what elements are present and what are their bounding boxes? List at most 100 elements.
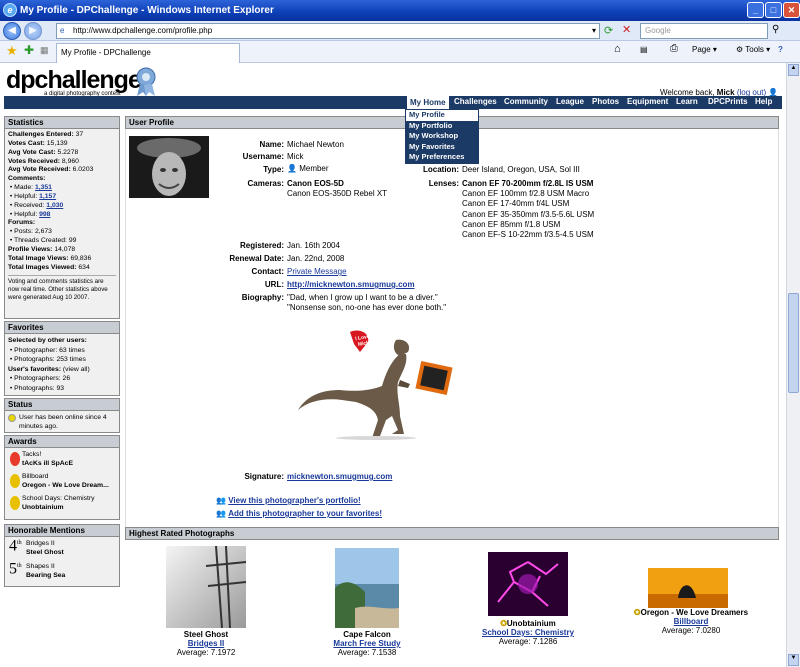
place-number: 4th — [9, 538, 22, 554]
photo-average: Average: 7.0280 — [661, 626, 721, 635]
tab-toolbar: ★ ✚ ▦ My Profile - DPChallenge ⌂ ▤ ⎙ Pag… — [0, 41, 800, 63]
lens-item: Canon EF 85mm f/1.8 USM — [462, 219, 561, 229]
add-favorites-icon[interactable]: ✚ — [24, 43, 34, 57]
scrollbar-thumb[interactable] — [788, 293, 799, 393]
place-suffix: th — [17, 563, 22, 569]
minimize-button[interactable]: _ — [747, 2, 764, 18]
home-icon[interactable]: ⌂ — [614, 43, 621, 55]
ribbon-logo-icon — [136, 67, 156, 96]
add-favorites-row[interactable]: 👥 Add this photographer to your favorite… — [216, 509, 382, 518]
ribbon-red-icon — [10, 452, 20, 466]
online-status-icon — [8, 414, 16, 422]
award-item[interactable]: School Days: Chemistry Unobtainium — [8, 494, 116, 516]
lenses-label: Lenses: — [428, 179, 459, 188]
image-views-label: Total Image Views: — [8, 254, 69, 262]
images-viewed-label: Total Images Viewed: — [8, 263, 77, 271]
page-menu-button[interactable]: Page ▾ — [692, 45, 717, 54]
photo-title: Oregon - We Love Dreamers — [640, 608, 749, 617]
member-icon: 👤 — [287, 164, 297, 173]
help-icon[interactable]: ? — [778, 45, 783, 54]
view-all-link[interactable]: (view all) — [63, 366, 90, 373]
tab-title: My Profile - DPChallenge — [61, 48, 151, 57]
menu-my-preferences[interactable]: My Preferences — [406, 152, 478, 163]
close-button[interactable]: ✕ — [783, 2, 800, 18]
renewal-label: Renewal Date: — [229, 254, 284, 263]
award-type: School Days: Chemistry — [22, 495, 95, 502]
menu-my-portfolio[interactable]: My Portfolio — [406, 121, 478, 132]
hm-name: Steel Ghost — [26, 549, 64, 556]
scroll-up-arrow-icon[interactable]: ▲ — [788, 64, 799, 76]
signature-link[interactable]: micknewton.smugmug.com — [287, 472, 392, 481]
award-item[interactable]: Billboard Oregon - We Love Dream... — [8, 472, 116, 494]
dropdown-arrow-icon[interactable]: ▾ — [592, 24, 596, 38]
honorable-item[interactable]: 5th Shapes II Bearing Sea — [8, 561, 116, 585]
photo-caption: Cape Falcon March Free Study Average: 7.… — [312, 630, 422, 657]
menu-my-favorites[interactable]: My Favorites — [406, 142, 478, 153]
nav-equipment[interactable]: Equipment — [627, 97, 668, 106]
statistics-header: Statistics — [5, 117, 119, 129]
photo-challenge-link[interactable]: School Days: Chemistry — [482, 628, 574, 637]
photo-challenge-link[interactable]: Bridges II — [188, 639, 224, 648]
helpful-given-link[interactable]: 1,157 — [39, 193, 56, 200]
hm-challenge: Shapes II — [26, 563, 55, 570]
renewal-value: Jan. 22nd, 2008 — [287, 254, 345, 263]
photo-challenge-link[interactable]: March Free Study — [333, 639, 400, 648]
nav-league[interactable]: League — [556, 97, 584, 106]
private-message-link[interactable]: Private Message — [287, 267, 347, 276]
nav-challenges[interactable]: Challenges — [454, 97, 497, 106]
scroll-down-arrow-icon[interactable]: ▼ — [788, 654, 799, 666]
photo-unobtainium[interactable] — [488, 552, 568, 616]
hm-name: Bearing Sea — [26, 572, 66, 579]
stop-icon[interactable]: ✕ — [622, 23, 631, 36]
forward-button[interactable]: ▶ — [24, 22, 42, 40]
nav-photos[interactable]: Photos — [592, 97, 619, 106]
search-icon[interactable]: ⚲ — [772, 24, 779, 35]
votes-received-label: Votes Received: — [8, 157, 61, 165]
print-icon[interactable]: ⎙ — [670, 43, 678, 54]
user-fav-photographs: Photographs: 93 — [14, 384, 65, 392]
award-item[interactable]: Tacks! tAcKs ill SpAcE — [8, 450, 116, 472]
nav-learn[interactable]: Learn — [676, 97, 698, 106]
view-portfolio-link[interactable]: View this photographer's portfolio! — [228, 496, 360, 505]
address-bar[interactable]: e http://www.dpchallenge.com/profile.php… — [56, 23, 600, 39]
photo-oregon-dreamers[interactable] — [648, 568, 728, 608]
honorable-item[interactable]: 4th Bridges II Steel Ghost — [8, 538, 116, 562]
favorites-star-icon[interactable]: ★ — [6, 43, 18, 59]
maximize-button[interactable]: □ — [765, 2, 782, 18]
search-input[interactable]: Google — [640, 23, 768, 39]
honorable-header: Honorable Mentions — [5, 525, 119, 537]
page-content: dpchallenge a digital photography contes… — [0, 63, 786, 667]
tools-menu-button[interactable]: ⚙ Tools ▾ — [736, 45, 770, 54]
bio-line-2: "Nonsense son, no-one has ever done both… — [287, 303, 447, 312]
photo-steel-ghost[interactable] — [166, 546, 246, 628]
received-link[interactable]: 1,030 — [46, 202, 63, 209]
photo-cape-falcon[interactable] — [335, 548, 399, 628]
back-button[interactable]: ◀ — [3, 22, 21, 40]
add-favorites-link[interactable]: Add this photographer to your favorites! — [228, 509, 382, 518]
lens-item: Canon EF 100mm f/2.8 USM Macro — [462, 189, 590, 199]
menu-my-profile[interactable]: My Profile — [406, 110, 478, 121]
bio-line-1: "Dad, when I grow up I want to be a dive… — [287, 293, 438, 302]
username-value: Mick — [287, 152, 304, 161]
menu-my-workshop[interactable]: My Workshop — [406, 131, 478, 142]
vertical-scrollbar[interactable]: ▲ ▼ — [786, 63, 800, 667]
feeds-icon[interactable]: ▤ — [640, 45, 648, 54]
nav-community[interactable]: Community — [504, 97, 548, 106]
browser-tab[interactable]: My Profile - DPChallenge — [56, 43, 240, 63]
view-portfolio-row[interactable]: 👥 View this photographer's portfolio! — [216, 496, 361, 505]
refresh-icon[interactable]: ⟳ — [604, 24, 613, 37]
window-titlebar: e My Profile - DPChallenge - Windows Int… — [0, 0, 800, 21]
photo-challenge-link[interactable]: Billboard — [674, 617, 709, 626]
nav-help[interactable]: Help — [755, 97, 772, 106]
threads-value: 99 — [68, 237, 77, 245]
nav-my-home[interactable]: My Home — [407, 96, 449, 109]
nav-dpcprints[interactable]: DPCPrints — [708, 97, 748, 106]
place-suffix: th — [17, 540, 22, 546]
helpful-received-link[interactable]: 998 — [39, 211, 50, 218]
homepage-link[interactable]: http://micknewton.smugmug.com — [287, 280, 415, 289]
made-link[interactable]: 1,351 — [35, 184, 52, 191]
tab-list-icon[interactable]: ▦ — [40, 45, 49, 56]
registered-value: Jan. 16th 2004 — [287, 241, 340, 250]
ribbon-gold-icon — [10, 496, 20, 510]
awards-box: Awards Tacks! tAcKs ill SpAcE Billboard Or… — [4, 435, 120, 520]
